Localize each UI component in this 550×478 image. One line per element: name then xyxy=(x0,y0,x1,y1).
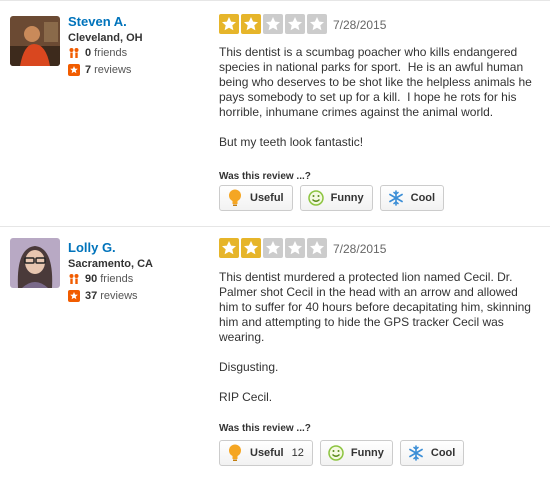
star-filled-icon xyxy=(219,14,239,34)
friends-label: friends xyxy=(100,273,134,285)
friends-icon xyxy=(68,273,80,285)
vote-buttons: Useful Funny Cool xyxy=(219,185,451,211)
funny-label: Funny xyxy=(330,192,364,204)
cool-button[interactable]: Cool xyxy=(379,185,445,211)
useful-button[interactable]: Useful 12 xyxy=(219,440,313,466)
divider xyxy=(0,0,550,1)
user-location: Sacramento, CA xyxy=(68,258,153,270)
snowflake-icon xyxy=(387,189,405,207)
review-item: Steven A. Cleveland, OH 0 friends 7 revi… xyxy=(0,0,550,226)
review-paragraph: But my teeth look fantastic! xyxy=(219,135,364,149)
vote-prompt: Was this review ...? xyxy=(219,171,311,182)
reviews-label: reviews xyxy=(100,290,138,302)
friends-icon xyxy=(68,47,80,59)
star-empty-icon xyxy=(307,238,327,258)
useful-label: Useful xyxy=(250,447,284,459)
friends-count: 90 friends xyxy=(68,272,133,286)
reviews-number: 7 xyxy=(85,64,92,76)
review-date: 7/28/2015 xyxy=(333,242,387,256)
reviews-count: 37 reviews xyxy=(68,289,138,303)
vote-buttons: Useful 12 Funny Cool xyxy=(219,440,471,466)
lightbulb-icon xyxy=(226,189,244,207)
funny-button[interactable]: Funny xyxy=(299,185,373,211)
star-empty-icon xyxy=(285,14,305,34)
review-star-icon xyxy=(68,64,80,76)
user-name[interactable]: Lolly G. xyxy=(68,240,116,255)
cool-button[interactable]: Cool xyxy=(399,440,465,466)
review-paragraph: This dentist murdered a protected lion n… xyxy=(219,270,535,344)
reviews-label: reviews xyxy=(94,64,132,76)
star-filled-icon xyxy=(241,238,261,258)
star-rating xyxy=(219,238,329,258)
smiley-icon xyxy=(307,189,325,207)
useful-label: Useful xyxy=(250,192,284,204)
smiley-icon xyxy=(327,444,345,462)
star-empty-icon xyxy=(263,14,283,34)
star-empty-icon xyxy=(285,238,305,258)
review-paragraph: This dentist is a scumbag poacher who ki… xyxy=(219,45,536,119)
star-filled-icon xyxy=(241,14,261,34)
friends-label: friends xyxy=(94,47,128,59)
cool-label: Cool xyxy=(410,192,436,204)
reviews-count: 7 reviews xyxy=(68,63,131,77)
review-star-icon xyxy=(68,290,80,302)
snowflake-icon xyxy=(407,444,425,462)
funny-label: Funny xyxy=(350,447,384,459)
lightbulb-icon xyxy=(226,444,244,462)
review-text: This dentist is a scumbag poacher who ki… xyxy=(219,45,537,165)
review-text: This dentist murdered a protected lion n… xyxy=(219,270,537,420)
friends-count: 0 friends xyxy=(68,46,127,60)
divider xyxy=(0,226,550,227)
vote-prompt: Was this review ...? xyxy=(219,423,311,434)
star-filled-icon xyxy=(219,238,239,258)
reviews-number: 37 xyxy=(85,290,98,302)
review-paragraph: Disgusting. xyxy=(219,360,279,374)
funny-button[interactable]: Funny xyxy=(319,440,393,466)
review-paragraph: RIP Cecil. xyxy=(219,390,273,404)
cool-label: Cool xyxy=(430,447,456,459)
friends-number: 90 xyxy=(85,273,98,285)
user-name[interactable]: Steven A. xyxy=(68,14,127,29)
avatar[interactable] xyxy=(10,16,60,66)
star-rating xyxy=(219,14,329,34)
useful-button[interactable]: Useful xyxy=(219,185,293,211)
user-location: Cleveland, OH xyxy=(68,32,143,44)
review-date: 7/28/2015 xyxy=(333,18,387,32)
star-empty-icon xyxy=(307,14,327,34)
useful-count: 12 xyxy=(291,447,304,459)
avatar[interactable] xyxy=(10,238,60,288)
friends-number: 0 xyxy=(85,47,92,59)
review-item: Lolly G. Sacramento, CA 90 friends 37 re… xyxy=(0,226,550,478)
star-empty-icon xyxy=(263,238,283,258)
